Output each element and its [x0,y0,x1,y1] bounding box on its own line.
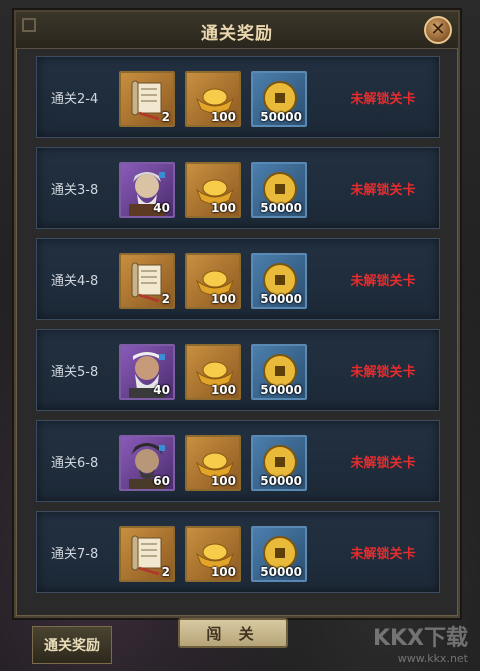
reward-count: 60 [153,474,170,488]
reward-row: 通关5-8 40 100 50000 未解锁关卡 [36,329,440,411]
stage-label: 通关2-4 [51,92,99,107]
stage-label: 通关4-8 [51,274,99,289]
reward-row: 通关4-8 2 100 50000 未解锁关卡 [36,238,440,320]
reward-slot-gold[interactable]: 100 [185,435,241,491]
close-button[interactable]: ✕ [424,16,452,44]
reward-slot-coin[interactable]: 50000 [251,435,307,491]
reward-count: 100 [210,474,236,488]
reward-count: 50000 [260,110,302,124]
reward-slot-coin[interactable]: 50000 [251,162,307,218]
reward-slot-gold[interactable]: 100 [185,253,241,309]
site-watermark: KKX下载 www.kkx.net [373,620,468,665]
panel-header: 通关奖励 ✕ [16,12,458,49]
stage-label: 通关6-8 [51,456,99,471]
stage-label: 通关7-8 [51,547,99,562]
reward-slot-gold[interactable]: 100 [185,162,241,218]
reward-count: 50000 [260,565,302,579]
reward-slot-scroll[interactable]: 2 [119,253,175,309]
reward-slot-coin[interactable]: 50000 [251,253,307,309]
reward-count: 50000 [260,292,302,306]
reward-slot-coin[interactable]: 50000 [251,71,307,127]
reward-count: 2 [161,565,170,579]
reward-slot-hero[interactable]: 40 [119,162,175,218]
reward-slot-scroll[interactable]: 2 [119,71,175,127]
reward-count: 50000 [260,201,302,215]
reward-slot-gold[interactable]: 100 [185,344,241,400]
reward-row: 通关7-8 2 100 50000 未解锁关卡 [36,511,440,593]
close-icon: ✕ [430,19,446,40]
watermark-url: www.kkx.net [397,652,468,665]
challenge-button[interactable]: 闯 关 [178,618,288,648]
locked-status: 未解锁关卡 [350,365,416,380]
stage-rewards-tab[interactable]: 通关奖励 [32,626,112,664]
reward-slot-scroll[interactable]: 2 [119,526,175,582]
reward-row: 通关3-8 40 100 50000 未解锁关卡 [36,147,440,229]
stage-label: 通关3-8 [51,183,99,198]
reward-count: 100 [210,292,236,306]
reward-count: 100 [210,565,236,579]
reward-count: 2 [161,110,170,124]
reward-slot-gold[interactable]: 100 [185,526,241,582]
locked-status: 未解锁关卡 [350,183,416,198]
reward-count: 2 [161,292,170,306]
reward-count: 100 [210,110,236,124]
reward-count: 100 [210,201,236,215]
reward-count: 100 [210,383,236,397]
reward-count: 40 [153,383,170,397]
locked-status: 未解锁关卡 [350,456,416,471]
reward-slot-coin[interactable]: 50000 [251,344,307,400]
watermark-brand: KKX下载 [372,626,468,651]
locked-status: 未解锁关卡 [350,274,416,289]
reward-list[interactable]: 通关2-4 2 100 50000 未解锁关卡 通关3-8 40 100 500… [36,56,440,602]
panel-title: 通关奖励 [201,24,273,44]
reward-row: 通关6-8 60 100 50000 未解锁关卡 [36,420,440,502]
locked-status: 未解锁关卡 [350,92,416,107]
reward-row: 通关2-4 2 100 50000 未解锁关卡 [36,56,440,138]
stage-label: 通关5-8 [51,365,99,380]
reward-slot-coin[interactable]: 50000 [251,526,307,582]
locked-status: 未解锁关卡 [350,547,416,562]
reward-count: 50000 [260,383,302,397]
stage-rewards-panel: 通关奖励 ✕ 通关2-4 2 100 50000 未解锁关卡 通关3-8 40 … [14,10,460,618]
reward-count: 40 [153,201,170,215]
reward-count: 50000 [260,474,302,488]
reward-slot-gold[interactable]: 100 [185,71,241,127]
reward-slot-hero[interactable]: 40 [119,344,175,400]
reward-slot-hero[interactable]: 60 [119,435,175,491]
